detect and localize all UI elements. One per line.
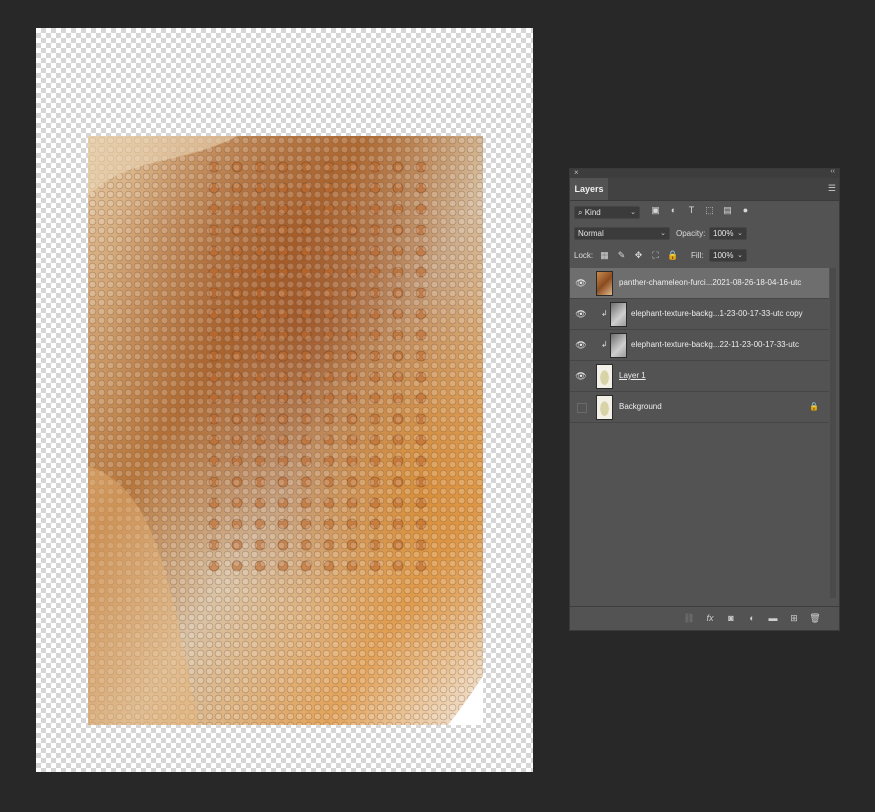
layer-name[interactable]: panther-chameleon-furci...2021-08-26-18-… — [619, 278, 801, 287]
layer-thumbnail — [596, 271, 613, 296]
clipping-mask-icon: ↲ — [601, 340, 608, 349]
layer-name[interactable]: Background — [619, 402, 662, 411]
new-group-icon[interactable]: ▬ — [767, 612, 779, 624]
layer-thumbnail — [610, 302, 627, 327]
filter-kind-label: Kind — [584, 208, 601, 217]
layer-row[interactable]: 👁 panther-chameleon-furci...2021-08-26-1… — [570, 268, 829, 299]
opacity-label: Opacity: — [676, 229, 706, 238]
blend-mode-value: Normal — [578, 229, 604, 238]
opacity-value: 100% — [713, 229, 734, 238]
fill-value: 100% — [713, 251, 734, 260]
eye-icon[interactable]: 👁 — [575, 340, 587, 350]
filter-toggle-icon[interactable]: ● — [740, 205, 751, 216]
link-layers-icon[interactable]: ⛓ — [683, 612, 695, 624]
layer-name[interactable]: elephant-texture-backg...1-23-00-17-33-u… — [631, 309, 803, 318]
layer-row[interactable]: 👁 ↲ elephant-texture-backg...22-11-23-00… — [570, 330, 829, 361]
panel-menu-icon[interactable]: ☰ — [828, 183, 836, 194]
fx-icon[interactable]: fx — [704, 612, 716, 624]
lock-icon: 🔒 — [809, 402, 819, 411]
collapse-panel-icon[interactable]: ‹‹ — [830, 168, 835, 175]
lock-row: Lock: ▦ ✎ ✥ ⛶ 🔒 Fill: 100% ⌄ — [570, 245, 839, 267]
layers-scrollbar[interactable] — [830, 268, 836, 598]
document-canvas[interactable] — [36, 28, 533, 772]
chameleon-skin-image — [88, 136, 483, 725]
pixel-layer-filter-icon[interactable]: ▣ — [650, 205, 661, 216]
new-layer-icon[interactable]: ⊞ — [788, 612, 800, 624]
chevron-down-icon: ⌄ — [737, 230, 743, 237]
chevron-down-icon: ⌄ — [630, 209, 636, 216]
adjustment-layer-icon[interactable]: ◐ — [746, 612, 758, 624]
clipping-mask-icon: ↲ — [601, 309, 608, 318]
delete-layer-icon[interactable]: 🗑 — [809, 612, 821, 624]
panel-footer: ⛓ fx ◙ ◐ ▬ ⊞ 🗑 — [570, 606, 839, 630]
lock-label: Lock: — [574, 251, 594, 260]
blend-mode-dropdown[interactable]: Normal ⌄ — [574, 227, 670, 240]
fill-label: Fill: — [691, 251, 704, 260]
filter-kind-dropdown[interactable]: ⌕ Kind ⌄ — [574, 206, 640, 219]
shape-layer-filter-icon[interactable]: ⬚ — [704, 205, 715, 216]
close-panel-icon[interactable]: × — [574, 168, 579, 177]
eye-icon[interactable]: 👁 — [575, 309, 587, 319]
layer-name[interactable]: elephant-texture-backg...22-11-23-00-17-… — [631, 340, 799, 349]
chevron-down-icon: ⌄ — [737, 252, 743, 259]
eye-icon[interactable]: 👁 — [575, 371, 587, 381]
layer-row[interactable]: 👁 ↲ elephant-texture-backg...1-23-00-17-… — [570, 299, 829, 330]
lock-artboard-icon[interactable]: ⛶ — [650, 250, 661, 261]
layers-panel: × ‹‹ Layers ☰ ⌕ Kind ⌄ ▣ ◐ T ⬚ ▤ ● Norma… — [569, 168, 840, 631]
type-layer-filter-icon[interactable]: T — [686, 205, 697, 216]
panel-tab-row: Layers ☰ — [570, 178, 839, 201]
tab-layers[interactable]: Layers — [570, 178, 608, 200]
visibility-toggle-off[interactable] — [577, 403, 587, 413]
search-icon: ⌕ — [578, 208, 583, 217]
adjustment-layer-filter-icon[interactable]: ◐ — [668, 205, 679, 216]
blend-row: Normal ⌄ Opacity: 100% ⌄ — [570, 223, 839, 245]
panel-title-bar: × ‹‹ — [570, 168, 839, 178]
layer-row[interactable]: Background 🔒 — [570, 392, 829, 423]
lock-transparent-pixels-icon[interactable]: ▦ — [599, 250, 610, 261]
lock-image-pixels-icon[interactable]: ✎ — [616, 250, 627, 261]
chevron-down-icon: ⌄ — [660, 230, 666, 237]
lock-position-icon[interactable]: ✥ — [633, 250, 644, 261]
layer-name[interactable]: Layer 1 — [619, 371, 646, 380]
layer-row[interactable]: 👁 Layer 1 — [570, 361, 829, 392]
smart-object-filter-icon[interactable]: ▤ — [722, 205, 733, 216]
layers-list: 👁 panther-chameleon-furci...2021-08-26-1… — [570, 268, 829, 423]
layer-thumbnail — [596, 395, 613, 420]
add-mask-icon[interactable]: ◙ — [725, 612, 737, 624]
opacity-field[interactable]: 100% ⌄ — [709, 227, 747, 240]
layer-thumbnail — [610, 333, 627, 358]
fill-field[interactable]: 100% ⌄ — [709, 249, 747, 262]
filter-row: ⌕ Kind ⌄ ▣ ◐ T ⬚ ▤ ● — [570, 201, 839, 223]
lock-all-icon[interactable]: 🔒 — [667, 250, 678, 261]
layer-thumbnail — [596, 364, 613, 389]
eye-icon[interactable]: 👁 — [575, 278, 587, 288]
